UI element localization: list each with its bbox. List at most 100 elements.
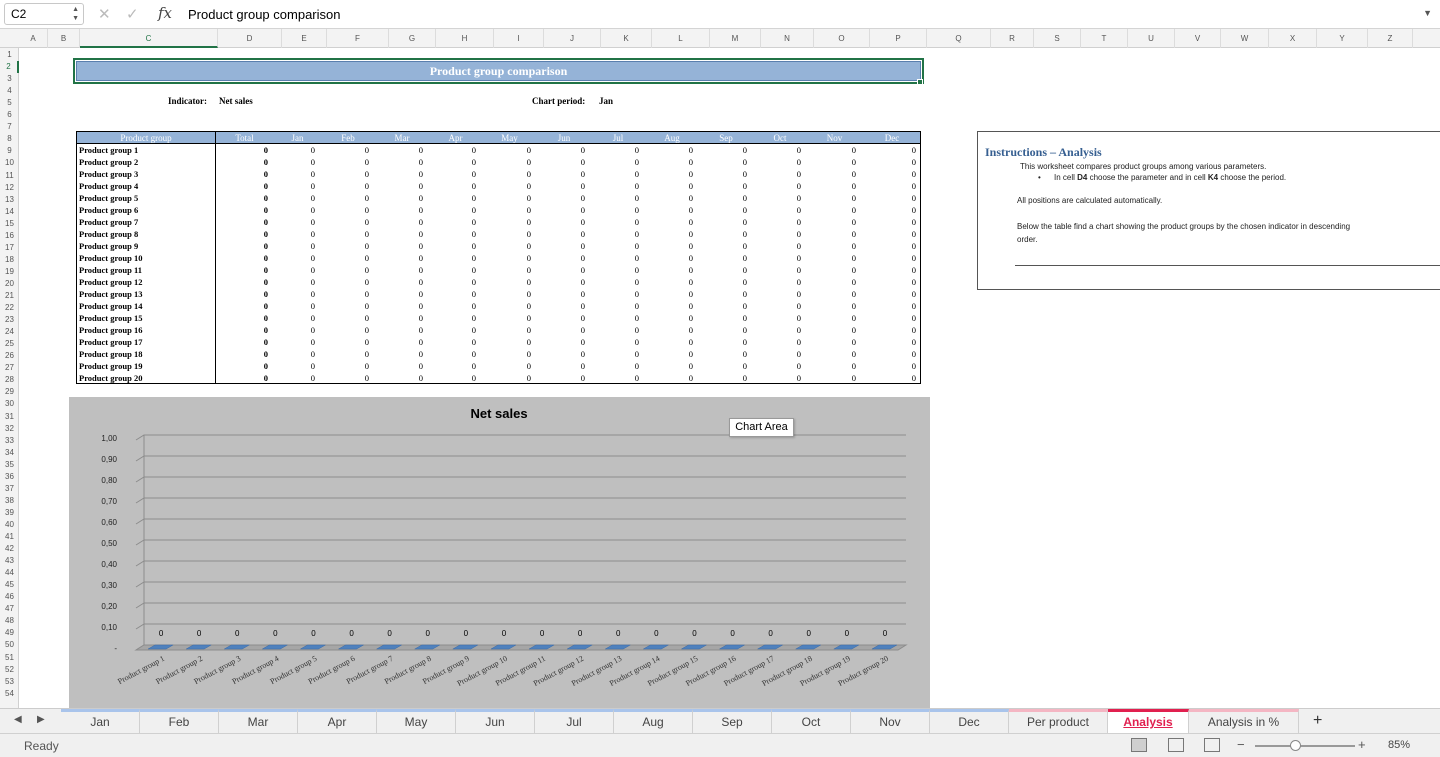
row-header-49[interactable]: 49 xyxy=(0,627,19,639)
value-cell[interactable]: 0 xyxy=(699,372,747,384)
row-header-9[interactable]: 9 xyxy=(0,145,19,157)
value-cell[interactable]: 0 xyxy=(274,204,315,216)
value-cell[interactable]: 0 xyxy=(215,288,268,300)
value-cell[interactable]: 0 xyxy=(321,312,369,324)
value-cell[interactable]: 0 xyxy=(537,348,585,360)
row-header-18[interactable]: 18 xyxy=(0,254,19,266)
value-cell[interactable]: 0 xyxy=(215,228,268,240)
value-cell[interactable]: 0 xyxy=(807,348,856,360)
value-cell[interactable]: 0 xyxy=(807,288,856,300)
row-header-14[interactable]: 14 xyxy=(0,206,19,218)
value-cell[interactable]: 0 xyxy=(807,252,856,264)
value-cell[interactable]: 0 xyxy=(753,228,801,240)
value-cell[interactable]: 0 xyxy=(699,300,747,312)
value-cell[interactable]: 0 xyxy=(591,252,639,264)
value-cell[interactable]: 0 xyxy=(753,300,801,312)
row-header-30[interactable]: 30 xyxy=(0,398,19,410)
indicator-value-cell[interactable]: Net sales xyxy=(219,96,253,106)
value-cell[interactable]: 0 xyxy=(537,156,585,168)
value-cell[interactable]: 0 xyxy=(215,252,268,264)
value-cell[interactable]: 0 xyxy=(537,240,585,252)
value-cell[interactable]: 0 xyxy=(537,276,585,288)
add-sheet-button[interactable]: + xyxy=(1313,712,1322,730)
value-cell[interactable]: 0 xyxy=(321,300,369,312)
sheet-tab-nov[interactable]: Nov xyxy=(851,709,930,734)
value-cell[interactable]: 0 xyxy=(375,264,423,276)
value-cell[interactable]: 0 xyxy=(274,288,315,300)
value-cell[interactable]: 0 xyxy=(429,348,476,360)
value-cell[interactable]: 0 xyxy=(375,348,423,360)
row-header-20[interactable]: 20 xyxy=(0,278,19,290)
value-cell[interactable]: 0 xyxy=(699,252,747,264)
value-cell[interactable]: 0 xyxy=(645,336,693,348)
value-cell[interactable]: 0 xyxy=(807,192,856,204)
page-break-view-icon[interactable] xyxy=(1204,738,1220,752)
product-name-cell[interactable]: Product group 15 xyxy=(79,312,142,324)
value-cell[interactable]: 0 xyxy=(753,312,801,324)
column-header-e[interactable]: E xyxy=(282,29,327,48)
value-cell[interactable]: 0 xyxy=(321,240,369,252)
value-cell[interactable]: 0 xyxy=(645,216,693,228)
column-header-w[interactable]: W xyxy=(1221,29,1269,48)
value-cell[interactable]: 0 xyxy=(645,144,693,156)
value-cell[interactable]: 0 xyxy=(321,180,369,192)
value-cell[interactable]: 0 xyxy=(807,144,856,156)
value-cell[interactable]: 0 xyxy=(699,240,747,252)
column-header-z[interactable]: Z xyxy=(1368,29,1413,48)
value-cell[interactable]: 0 xyxy=(215,156,268,168)
value-cell[interactable]: 0 xyxy=(699,276,747,288)
sheet-tab-analysis[interactable]: Analysis xyxy=(1108,709,1189,734)
value-cell[interactable]: 0 xyxy=(862,288,916,300)
value-cell[interactable]: 0 xyxy=(215,144,268,156)
value-cell[interactable]: 0 xyxy=(862,216,916,228)
value-cell[interactable]: 0 xyxy=(862,264,916,276)
column-header-x[interactable]: X xyxy=(1269,29,1317,48)
value-cell[interactable]: 0 xyxy=(482,192,531,204)
value-cell[interactable]: 0 xyxy=(699,216,747,228)
value-cell[interactable]: 0 xyxy=(645,324,693,336)
row-header-36[interactable]: 36 xyxy=(0,471,19,483)
sheet-tab-dec[interactable]: Dec xyxy=(930,709,1009,734)
value-cell[interactable]: 0 xyxy=(645,300,693,312)
value-cell[interactable]: 0 xyxy=(482,168,531,180)
value-cell[interactable]: 0 xyxy=(807,336,856,348)
value-cell[interactable]: 0 xyxy=(645,348,693,360)
value-cell[interactable]: 0 xyxy=(375,300,423,312)
value-cell[interactable]: 0 xyxy=(274,168,315,180)
value-cell[interactable]: 0 xyxy=(591,360,639,372)
value-cell[interactable]: 0 xyxy=(862,168,916,180)
value-cell[interactable]: 0 xyxy=(429,360,476,372)
column-header-v[interactable]: V xyxy=(1175,29,1221,48)
sheet-tab-sep[interactable]: Sep xyxy=(693,709,772,734)
value-cell[interactable]: 0 xyxy=(482,204,531,216)
row-header-19[interactable]: 19 xyxy=(0,266,19,278)
row-header-5[interactable]: 5 xyxy=(0,97,19,109)
value-cell[interactable]: 0 xyxy=(274,192,315,204)
value-cell[interactable]: 0 xyxy=(321,264,369,276)
value-cell[interactable]: 0 xyxy=(862,372,916,384)
value-cell[interactable]: 0 xyxy=(537,252,585,264)
product-name-cell[interactable]: Product group 8 xyxy=(79,228,138,240)
row-header-12[interactable]: 12 xyxy=(0,182,19,194)
row-header-21[interactable]: 21 xyxy=(0,290,19,302)
column-header-t[interactable]: T xyxy=(1081,29,1128,48)
value-cell[interactable]: 0 xyxy=(482,216,531,228)
product-name-cell[interactable]: Product group 13 xyxy=(79,288,142,300)
value-cell[interactable]: 0 xyxy=(591,156,639,168)
value-cell[interactable]: 0 xyxy=(321,192,369,204)
value-cell[interactable]: 0 xyxy=(807,168,856,180)
sheet-tab-jan[interactable]: Jan xyxy=(61,709,140,734)
check-icon[interactable]: ✓ xyxy=(126,5,139,23)
column-header-k[interactable]: K xyxy=(601,29,652,48)
zoom-slider-thumb[interactable] xyxy=(1290,740,1301,751)
value-cell[interactable]: 0 xyxy=(482,312,531,324)
value-cell[interactable]: 0 xyxy=(807,360,856,372)
value-cell[interactable]: 0 xyxy=(537,180,585,192)
value-cell[interactable]: 0 xyxy=(375,156,423,168)
value-cell[interactable]: 0 xyxy=(274,348,315,360)
value-cell[interactable]: 0 xyxy=(699,144,747,156)
value-cell[interactable]: 0 xyxy=(375,144,423,156)
column-header-h[interactable]: H xyxy=(436,29,494,48)
value-cell[interactable]: 0 xyxy=(753,276,801,288)
value-cell[interactable]: 0 xyxy=(215,264,268,276)
